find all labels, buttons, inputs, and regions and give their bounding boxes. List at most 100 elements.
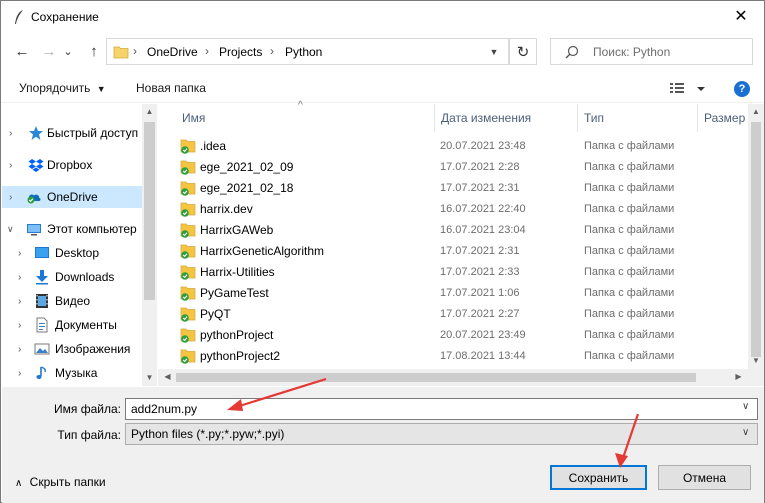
new-folder-button[interactable]: Новая папка [136, 81, 206, 95]
breadcrumb-onedrive[interactable]: OneDrive [147, 45, 198, 59]
chevron-right-icon[interactable]: › [18, 320, 21, 331]
file-name: HarrixGeneticAlgorithm [200, 244, 325, 258]
sidebar-item-label: Desktop [55, 246, 100, 260]
filename-input[interactable] [125, 398, 758, 420]
chevron-right-icon[interactable]: › [9, 160, 12, 171]
sidebar-item-downloads[interactable]: › Downloads [2, 266, 142, 288]
chevron-down-icon[interactable]: ∨ [742, 401, 749, 412]
file-list-vertical-scrollbar[interactable]: ▲ ▼ [748, 104, 764, 369]
forward-button[interactable]: → [38, 39, 60, 63]
file-type: Папка с файлами [584, 350, 675, 362]
scrollbar-corner [748, 369, 764, 386]
file-name: ege_2021_02_18 [200, 181, 294, 195]
organize-menu-button[interactable]: Упорядочить ▼ [19, 81, 106, 95]
table-row[interactable]: pythonProject 20.07.2021 23:49 Папка с фай… [158, 325, 748, 346]
scroll-left-icon[interactable]: ◀ [160, 372, 175, 381]
breadcrumb-python[interactable]: Python [285, 45, 322, 59]
pictures-icon [34, 343, 50, 355]
recent-locations-button[interactable]: ⌄ [61, 39, 75, 63]
chevron-right-icon[interactable]: › [18, 368, 21, 379]
file-name: PyGameTest [200, 286, 269, 300]
table-row[interactable]: harrix.dev 16.07.2021 22:40 Папка с файлам… [158, 199, 748, 220]
table-row[interactable]: HarrixGeneticAlgorithm 17.07.2021 2:31 Пап… [158, 241, 748, 262]
breadcrumb-projects[interactable]: Projects [219, 45, 262, 59]
sidebar-item-dropbox[interactable]: › Dropbox [2, 154, 142, 176]
sidebar-item-pictures[interactable]: › Изображения [2, 338, 142, 360]
sidebar-item-music[interactable]: › Музыка [2, 362, 142, 384]
hide-folders-label: Скрыть папки [29, 475, 106, 489]
file-date: 17.07.2021 2:28 [440, 161, 520, 173]
column-header-type[interactable]: Тип [578, 104, 698, 132]
file-date: 20.07.2021 23:49 [440, 329, 526, 341]
search-input[interactable]: Поиск: Python [550, 38, 753, 65]
breadcrumb-separator: › [133, 44, 137, 58]
sidebar-item-video[interactable]: › Видео [2, 290, 142, 312]
chevron-up-icon: ∧ [15, 478, 23, 489]
file-type: Папка с файлами [584, 203, 675, 215]
scroll-up-icon[interactable]: ▲ [748, 107, 764, 116]
search-placeholder: Поиск: Python [593, 45, 671, 59]
address-bar[interactable]: › OneDrive › Projects › Python [106, 38, 509, 65]
back-arrow-icon: ← [14, 42, 30, 60]
sidebar-item-documents[interactable]: › Документы [2, 314, 142, 336]
chevron-right-icon[interactable]: › [18, 248, 21, 259]
chevron-right-icon[interactable]: › [18, 296, 21, 307]
file-type: Папка с файлами [584, 245, 675, 257]
music-icon [36, 366, 46, 379]
chevron-down-icon[interactable]: ∨ [7, 224, 14, 235]
documents-icon [36, 317, 48, 333]
table-row[interactable]: HarrixGAWeb 16.07.2021 23:04 Папка с файла… [158, 220, 748, 241]
scroll-up-icon[interactable]: ▲ [142, 107, 157, 116]
sidebar-item-onedrive[interactable]: › OneDrive [2, 186, 142, 208]
column-header-date[interactable]: Дата изменения [435, 104, 578, 132]
navigation-scrollbar[interactable]: ▲ ▼ [142, 104, 157, 386]
sidebar-item-desktop[interactable]: › Desktop [2, 242, 142, 264]
column-header-name[interactable]: Имя [176, 104, 435, 132]
save-button[interactable]: Сохранить [550, 465, 647, 490]
close-button[interactable]: ✕ [718, 1, 764, 31]
table-row[interactable]: PyGameTest 17.07.2021 1:06 Папка с файлами [158, 283, 748, 304]
scrollbar-thumb[interactable] [751, 122, 761, 357]
column-header-size[interactable]: Размер [698, 104, 748, 132]
sidebar-item-quick-access[interactable]: › Быстрый доступ [2, 122, 142, 144]
table-row[interactable]: ege_2021_02_09 17.07.2021 2:28 Папка с фай… [158, 157, 748, 178]
scrollbar-thumb[interactable] [144, 122, 155, 300]
table-row[interactable]: pythonProject2 17.08.2021 13:44 Папка с фа… [158, 346, 748, 367]
scroll-right-icon[interactable]: ▶ [731, 372, 746, 381]
address-dropdown-button[interactable]: ▼ [482, 39, 506, 64]
change-view-button[interactable] [669, 81, 707, 97]
up-arrow-icon: ↑ [90, 42, 98, 60]
table-row[interactable]: PyQT 17.07.2021 2:27 Папка с файлами [158, 304, 748, 325]
table-row[interactable]: Harrix-Utilities 17.07.2021 2:33 Папка с ф… [158, 262, 748, 283]
file-type: Папка с файлами [584, 224, 675, 236]
chevron-right-icon[interactable]: › [9, 128, 12, 139]
details-view-icon [670, 83, 684, 93]
chevron-right-icon[interactable]: › [18, 344, 21, 355]
cancel-button[interactable]: Отмена [658, 465, 751, 490]
refresh-button[interactable]: ↻ [509, 38, 537, 65]
dropbox-icon [28, 159, 44, 172]
scroll-down-icon[interactable]: ▼ [748, 356, 764, 365]
help-button[interactable]: ? [734, 81, 750, 97]
onedrive-icon [27, 194, 41, 204]
chevron-down-icon[interactable]: ∨ [742, 427, 749, 438]
command-bar: Упорядочить ▼ Новая папка [1, 73, 764, 103]
desktop-icon [35, 247, 49, 258]
chevron-down-icon [697, 87, 705, 91]
scrollbar-thumb[interactable] [176, 373, 696, 382]
folder-synced-icon [180, 328, 196, 343]
back-button[interactable]: ← [11, 39, 33, 63]
chevron-right-icon[interactable]: › [9, 192, 12, 203]
file-date: 17.08.2021 13:44 [440, 350, 526, 362]
file-list-horizontal-scrollbar[interactable]: ◀ ▶ [158, 369, 748, 386]
filetype-select[interactable]: Python files (*.py;*.pyw;*.pyi) [125, 423, 758, 445]
sidebar-item-label: Изображения [55, 342, 131, 356]
chevron-right-icon[interactable]: › [18, 272, 21, 283]
help-icon: ? [738, 83, 746, 95]
scroll-down-icon[interactable]: ▼ [142, 373, 157, 382]
hide-folders-button[interactable]: ∧ Скрыть папки [15, 475, 106, 489]
table-row[interactable]: .idea 20.07.2021 23:48 Папка с файлами [158, 136, 748, 157]
sidebar-item-this-pc[interactable]: ∨ Этот компьютер [2, 218, 142, 240]
table-row[interactable]: ege_2021_02_18 17.07.2021 2:31 Папка с фай… [158, 178, 748, 199]
up-button[interactable]: ↑ [83, 39, 105, 63]
